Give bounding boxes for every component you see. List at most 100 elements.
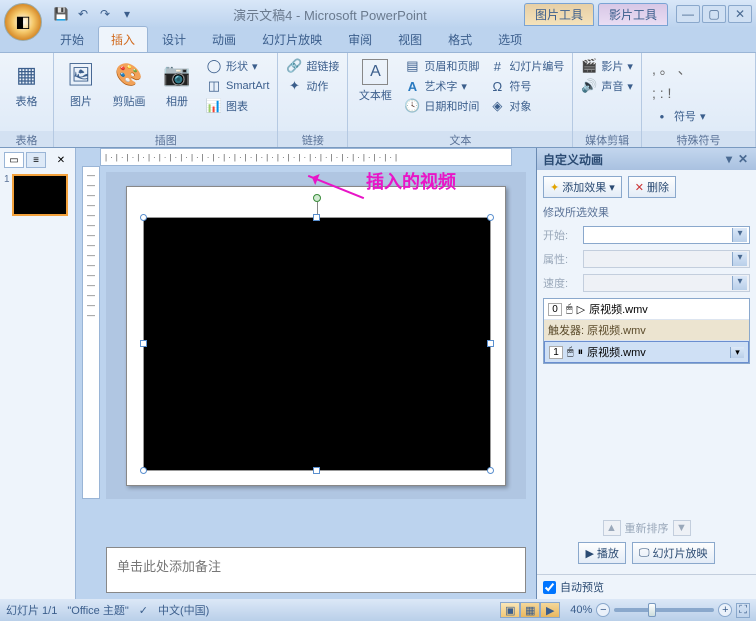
vertical-ruler: ———————————————	[82, 166, 100, 499]
smartart-button[interactable]: ◫SmartArt	[204, 77, 271, 95]
minimize-icon[interactable]: —	[676, 5, 700, 23]
save-icon[interactable]: 💾	[52, 5, 70, 23]
mouse-icon: 🖱	[567, 346, 574, 359]
datetime-button[interactable]: 🕓日期和时间	[402, 97, 481, 115]
object-button[interactable]: ◈对象	[487, 97, 566, 115]
slidenum-button[interactable]: #幻灯片编号	[487, 57, 566, 75]
slide-canvas[interactable]	[126, 186, 506, 486]
resize-handle[interactable]	[313, 214, 320, 221]
tab-slideshow[interactable]: 幻灯片放映	[250, 27, 334, 52]
status-lang[interactable]: 中文(中国)	[158, 602, 209, 618]
resize-handle[interactable]	[487, 214, 494, 221]
tab-options[interactable]: 选项	[486, 27, 534, 52]
notes-pane[interactable]: 单击此处添加备注	[106, 547, 526, 593]
mouse-icon: 🖱	[566, 303, 573, 316]
thumb-preview	[12, 174, 68, 216]
outline-tab-icon[interactable]: ≡	[26, 152, 46, 168]
play-button[interactable]: ▶ 播放	[578, 542, 625, 564]
status-slide: 幻灯片 1/1	[6, 602, 57, 618]
add-effect-button[interactable]: ✦添加效果 ▾	[543, 176, 622, 198]
trigger-row: 触发器: 原视频.wmv	[544, 320, 749, 341]
sorter-view-icon[interactable]: ▦	[520, 602, 540, 618]
picture-button[interactable]: 🖼图片	[60, 57, 102, 111]
movie-button[interactable]: 🎬影片 ▾	[579, 57, 635, 75]
maximize-icon[interactable]: ▢	[702, 5, 726, 23]
play-icon: ▷	[577, 303, 585, 316]
slide-thumbnail[interactable]: 1	[4, 174, 71, 216]
table-button[interactable]: ▦ 表格	[6, 57, 47, 111]
shapes-icon: ◯	[206, 58, 222, 74]
movie-icon: 🎬	[581, 58, 597, 74]
resize-handle[interactable]	[140, 467, 147, 474]
rotate-handle[interactable]	[313, 194, 321, 202]
zoom-slider[interactable]	[614, 608, 714, 612]
sound-button[interactable]: 🔊声音 ▾	[579, 77, 635, 95]
clipart-button[interactable]: 🎨剪贴画	[108, 57, 150, 111]
wordart-icon: A	[404, 78, 420, 94]
hyperlink-button[interactable]: 🔗超链接	[284, 57, 341, 75]
item-menu-icon[interactable]: ▾	[730, 347, 744, 358]
special-row2[interactable]: ; : !	[652, 85, 708, 101]
tab-insert[interactable]: 插入	[98, 26, 148, 52]
album-icon: 📷	[161, 59, 193, 91]
animation-list[interactable]: 0 🖱 ▷ 原视频.wmv 触发器: 原视频.wmv 1 🖱 ⏸ 原视频.wmv…	[543, 298, 750, 364]
qat-more-icon[interactable]: ▾	[118, 5, 136, 23]
shapes-button[interactable]: ◯形状 ▾	[204, 57, 271, 75]
zoom-in-icon[interactable]: +	[718, 603, 732, 617]
taskpane-close-icon[interactable]: ✕	[736, 152, 750, 166]
group-text: 文本	[348, 131, 572, 147]
normal-view-icon[interactable]: ▣	[500, 602, 520, 618]
animation-item[interactable]: 1 🖱 ⏸ 原视频.wmv ▾	[544, 341, 749, 363]
slides-tab-icon[interactable]: ▭	[4, 152, 24, 168]
window-title: 演示文稿4 - Microsoft PowerPoint	[136, 5, 524, 24]
speed-label: 速度:	[543, 275, 577, 291]
movie-tools-tab[interactable]: 影片工具	[598, 3, 668, 26]
slideshow-button[interactable]: 🖵 幻灯片放映	[632, 542, 715, 564]
resize-handle[interactable]	[140, 214, 147, 221]
special-symbol-button[interactable]: •符号 ▾	[652, 107, 708, 125]
tab-animation[interactable]: 动画	[200, 27, 248, 52]
reorder-up-icon[interactable]: ▲	[603, 520, 621, 536]
album-button[interactable]: 📷相册	[156, 57, 198, 111]
hyperlink-icon: 🔗	[286, 58, 302, 74]
zoom-out-icon[interactable]: −	[596, 603, 610, 617]
textbox-button[interactable]: A文本框	[354, 57, 396, 105]
office-button[interactable]: ◧	[4, 3, 42, 41]
zoom-thumb[interactable]	[648, 603, 656, 617]
symbol-button[interactable]: Ω符号	[487, 77, 566, 95]
remove-effect-button[interactable]: ✕删除	[628, 176, 676, 198]
tab-design[interactable]: 设计	[150, 27, 198, 52]
undo-icon[interactable]: ↶	[74, 5, 92, 23]
headerfooter-button[interactable]: ▤页眉和页脚	[402, 57, 481, 75]
action-button[interactable]: ✦动作	[284, 77, 341, 95]
slideshow-view-icon[interactable]: ▶	[540, 602, 560, 618]
taskpane-menu-icon[interactable]: ▾	[722, 152, 736, 166]
video-object[interactable]	[143, 217, 491, 471]
tab-view[interactable]: 视图	[386, 27, 434, 52]
star-icon: ✦	[550, 181, 559, 194]
wordart-button[interactable]: A艺术字 ▾	[402, 77, 481, 95]
slide-panel[interactable]: ▭ ≡ ✕ 1	[0, 148, 76, 599]
chart-button[interactable]: 📊图表	[204, 97, 271, 115]
annotation-label: 插入的视频	[366, 168, 456, 194]
tab-review[interactable]: 审阅	[336, 27, 384, 52]
zoom-level[interactable]: 40%	[570, 604, 592, 616]
picture-tools-tab[interactable]: 图片工具	[524, 3, 594, 26]
spellcheck-icon[interactable]: ✓	[139, 604, 148, 617]
panel-close-icon[interactable]: ✕	[51, 152, 71, 168]
close-icon[interactable]: ✕	[728, 5, 752, 23]
redo-icon[interactable]: ↷	[96, 5, 114, 23]
status-theme: "Office 主题"	[67, 602, 128, 618]
tab-format[interactable]: 格式	[436, 27, 484, 52]
start-combo[interactable]	[583, 226, 750, 244]
resize-handle[interactable]	[487, 340, 494, 347]
tab-home[interactable]: 开始	[48, 27, 96, 52]
fit-window-icon[interactable]: ⛶	[736, 603, 750, 618]
autopreview-checkbox[interactable]	[543, 581, 556, 594]
reorder-down-icon[interactable]: ▼	[673, 520, 691, 536]
special-row1[interactable]: , 。 、	[652, 59, 708, 79]
resize-handle[interactable]	[140, 340, 147, 347]
resize-handle[interactable]	[313, 467, 320, 474]
animation-item[interactable]: 0 🖱 ▷ 原视频.wmv	[544, 299, 749, 320]
resize-handle[interactable]	[487, 467, 494, 474]
